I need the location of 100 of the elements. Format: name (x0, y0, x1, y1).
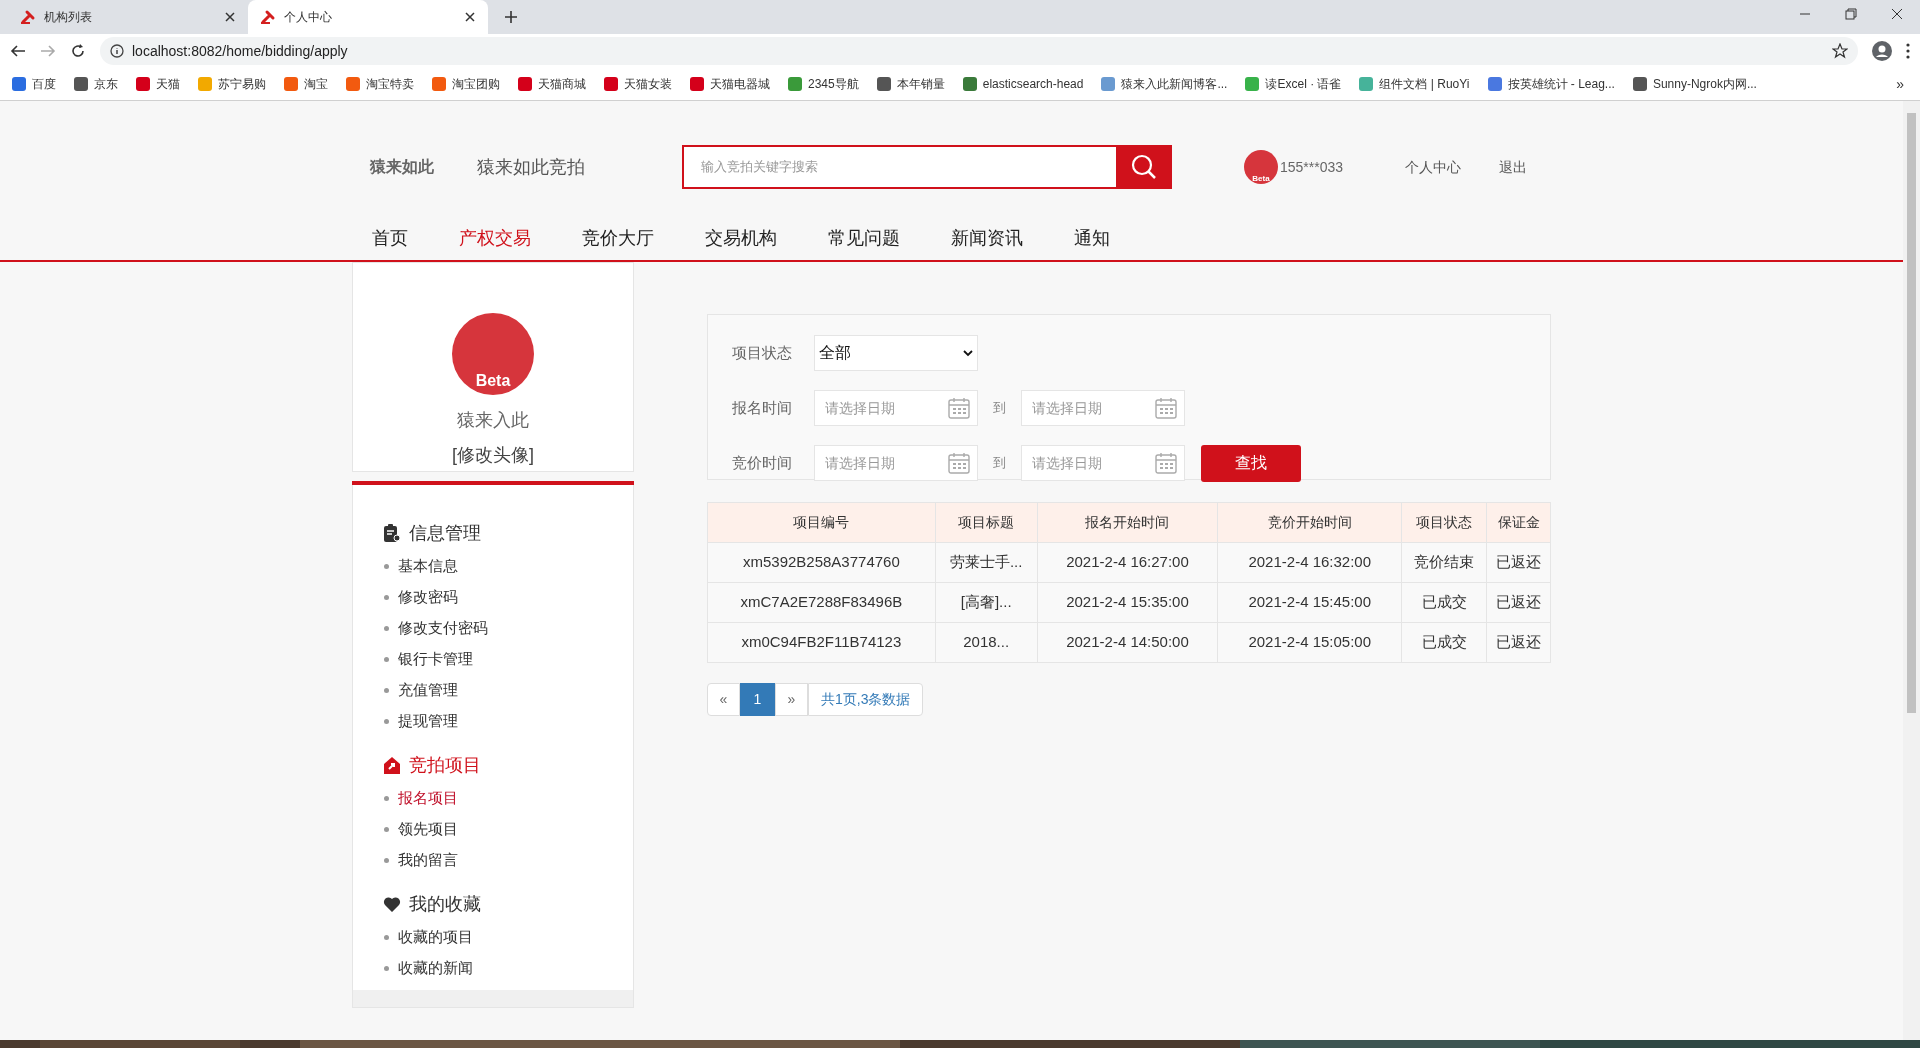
table-cell: 竞价结束 (1401, 542, 1487, 583)
search-button[interactable]: 查找 (1201, 444, 1301, 482)
bookmark-icon (690, 77, 704, 91)
menu-item[interactable]: 基本信息 (398, 555, 458, 578)
bookmark-icon (284, 77, 298, 91)
search-button[interactable] (1116, 145, 1172, 189)
bookmark[interactable]: 组件文档 | RuoYi (1359, 75, 1470, 93)
star-icon[interactable] (1832, 43, 1848, 59)
account-icon[interactable] (1872, 41, 1892, 61)
column-header[interactable]: 竞价开始时间 (1217, 502, 1402, 543)
bookmark[interactable]: 天猫 (136, 75, 180, 93)
nav-link[interactable]: 产权交易 (459, 225, 531, 252)
menu-item[interactable]: 修改支付密码 (398, 617, 488, 640)
nav-link[interactable]: 交易机构 (705, 225, 777, 252)
table-cell: 2021-2-4 15:05:00 (1217, 622, 1402, 663)
bookmark[interactable]: 天猫电器城 (690, 75, 770, 93)
date-field[interactable]: 请选择日期 (1021, 390, 1185, 426)
date-field[interactable]: 请选择日期 (1021, 445, 1185, 481)
bookmark[interactable]: 2345导航 (788, 75, 859, 93)
bookmark[interactable]: 按英雄统计 - Leag... (1487, 75, 1615, 93)
nav-link[interactable]: 通知 (1074, 225, 1110, 252)
bookmark[interactable]: 百度 (12, 75, 56, 93)
search-field[interactable]: 输入竞拍关键字搜索 (682, 145, 1116, 189)
bookmark[interactable]: elasticsearch-head (962, 75, 1084, 93)
prev-page-button[interactable]: « (707, 683, 740, 716)
close-icon[interactable] (464, 11, 476, 23)
bullet (384, 595, 389, 600)
column-header[interactable]: 报名开始时间 (1037, 502, 1218, 543)
avatar-label: Beta (1251, 175, 1271, 183)
table-cell: [高奢]... (935, 582, 1038, 623)
user-phone: 155***033 (1280, 157, 1345, 177)
table-cell: 已返还 (1486, 582, 1551, 623)
bookmark[interactable]: 淘宝 (284, 75, 328, 93)
menu-item[interactable]: 提现管理 (398, 710, 458, 733)
date-field[interactable]: 请选择日期 (814, 445, 978, 481)
bookmark[interactable]: 苏宁易购 (198, 75, 266, 93)
next-page-button[interactable]: » (775, 683, 808, 716)
bookmark[interactable]: 淘宝团购 (432, 75, 500, 93)
avatar-label: Beta (474, 373, 512, 389)
close-icon[interactable] (224, 11, 236, 23)
header-link[interactable]: 个人中心 (1405, 156, 1461, 178)
browser-tab[interactable]: 个人中心 (248, 0, 488, 34)
menu-item[interactable]: 领先项目 (398, 818, 458, 841)
bookmark[interactable]: 天猫女装 (604, 75, 672, 93)
menu-item[interactable]: 报名项目 (398, 787, 458, 810)
restore-icon[interactable] (1844, 7, 1858, 21)
reload-icon[interactable] (70, 43, 86, 59)
address-bar[interactable]: localhost:8082/home/bidding/apply (100, 37, 1858, 65)
status-select[interactable]: 全部 (814, 335, 978, 371)
menu-item[interactable]: 修改密码 (398, 586, 458, 609)
bookmark-icon (1101, 77, 1116, 91)
nav-link[interactable]: 常见问题 (828, 225, 900, 252)
bookmark[interactable]: 淘宝特卖 (346, 75, 414, 93)
table-cell: 劳莱士手... (935, 542, 1038, 583)
menu-item[interactable]: 我的留言 (398, 849, 458, 872)
nav-link[interactable]: 竞价大厅 (582, 225, 654, 252)
table-cell: 2021-2-4 16:32:00 (1217, 542, 1402, 583)
table-cell: xm0C94FB2F11B74123 (707, 622, 936, 663)
menu-icon[interactable] (1906, 43, 1910, 59)
header-link[interactable]: 退出 (1499, 156, 1527, 178)
date-field[interactable]: 请选择日期 (814, 390, 978, 426)
change-avatar-link[interactable]: [修改头像] (452, 442, 534, 469)
menu-item[interactable]: 银行卡管理 (398, 648, 473, 671)
field-label: 项目状态 (732, 342, 793, 363)
page-summary: 共1页,3条数据 (808, 683, 924, 716)
column-header[interactable]: 项目状态 (1401, 502, 1487, 543)
bookmark[interactable]: 本年销量 (876, 75, 945, 93)
column-header[interactable]: 项目标题 (935, 502, 1038, 543)
menu-item[interactable]: 收藏的新闻 (398, 957, 473, 980)
column-header[interactable]: 保证金 (1486, 502, 1551, 543)
more-bookmarks-button[interactable]: » (1896, 73, 1904, 95)
table-cell: 2021-2-4 15:35:00 (1037, 582, 1218, 623)
bookmark-icon (876, 77, 891, 91)
new-tab-icon[interactable] (504, 10, 518, 24)
bookmark-icon (518, 77, 532, 91)
nav-link[interactable]: 首页 (372, 225, 408, 252)
heart-icon (383, 894, 401, 914)
bookmark[interactable]: Sunny-Ngrok内网... (1632, 75, 1757, 93)
nav-link[interactable]: 新闻资讯 (951, 225, 1023, 252)
page-button[interactable]: 1 (740, 683, 775, 716)
bullet (384, 796, 389, 801)
bookmark[interactable]: 京东 (74, 75, 118, 93)
menu-item[interactable]: 收藏的项目 (398, 926, 473, 949)
back-icon[interactable] (10, 43, 26, 59)
bookmark[interactable]: 猿来入此新闻博客... (1101, 75, 1228, 93)
gavel-icon (260, 9, 276, 25)
column-header[interactable]: 项目编号 (707, 502, 936, 543)
info-icon[interactable] (110, 44, 124, 58)
bookmark[interactable]: 天猫商城 (518, 75, 586, 93)
browser-tab[interactable]: 机构列表 (8, 0, 248, 34)
house-icon (383, 755, 401, 775)
clipboard-icon (383, 523, 401, 543)
menu-item[interactable]: 充值管理 (398, 679, 458, 702)
close-icon[interactable] (1890, 7, 1904, 21)
field-label: 竞价时间 (732, 452, 793, 473)
bookmark-icon (432, 77, 446, 91)
scrollbar[interactable] (1903, 101, 1920, 1040)
bookmark[interactable]: 读Excel · 语雀 (1245, 75, 1342, 93)
logo[interactable]: 猿来如此 (370, 155, 462, 179)
bookmark-icon (1245, 77, 1260, 91)
